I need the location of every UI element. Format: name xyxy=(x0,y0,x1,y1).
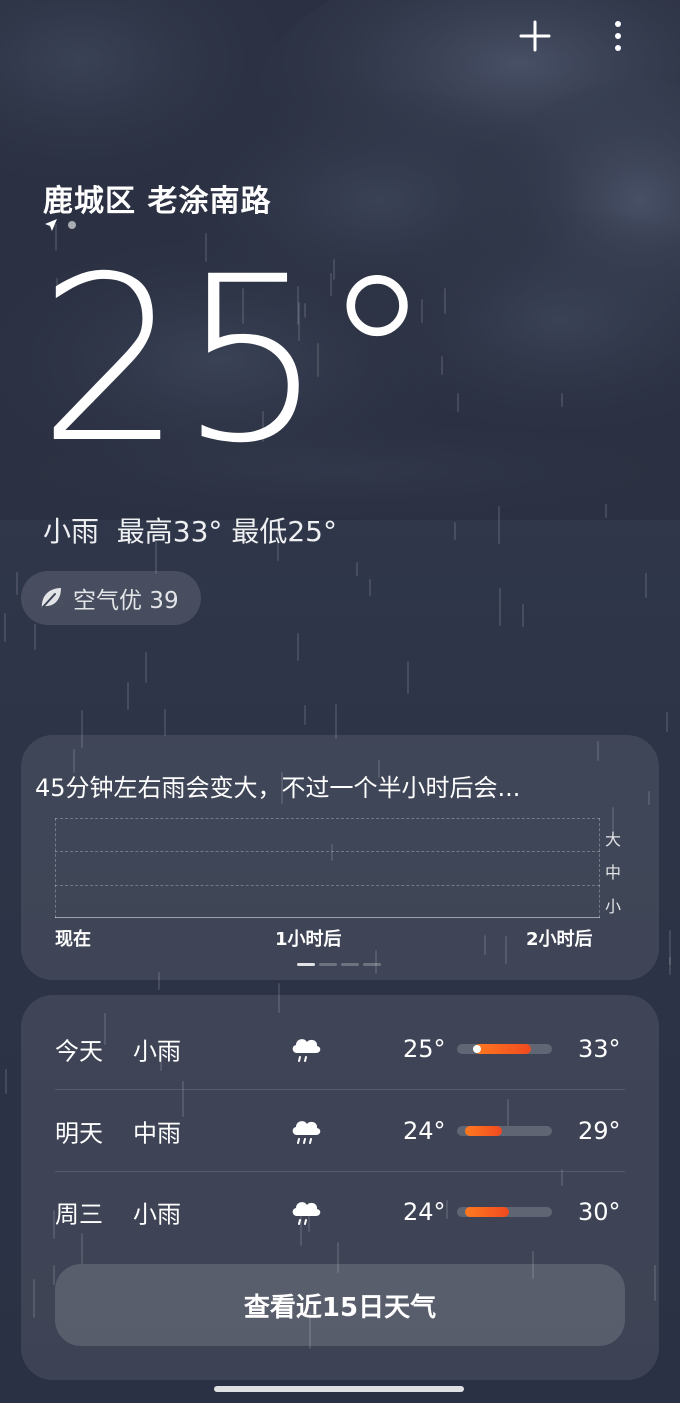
rain-streak xyxy=(645,573,647,598)
plus-icon xyxy=(519,20,551,52)
forecast-high: 33° xyxy=(578,1035,621,1063)
rain-streak xyxy=(441,356,443,375)
temperature-range-bar xyxy=(457,1044,552,1054)
rain-streak xyxy=(127,682,129,710)
weather-summary: 小雨 最高33° 最低25° xyxy=(43,515,337,548)
forecast-condition: 小雨 xyxy=(133,1037,181,1066)
rain-streak xyxy=(669,957,671,975)
rain-streak xyxy=(304,705,306,725)
air-quality-badge[interactable]: 空气优 39 xyxy=(21,571,201,625)
leaf-icon xyxy=(41,588,61,608)
fifteen-day-forecast-button[interactable]: 查看近15日天气 xyxy=(55,1264,625,1346)
rain-streak xyxy=(4,613,6,642)
temperature-range-fill xyxy=(464,1126,502,1136)
precipitation-forecast-text: 45分钟左右雨会变大，不过一个半小时后会... xyxy=(35,774,521,802)
rain-streak xyxy=(561,393,563,407)
moderate-rain-icon xyxy=(292,1121,321,1144)
temperature-range-bar xyxy=(457,1207,552,1217)
forecast-row-wednesday[interactable]: 周三 小雨 24° 30° xyxy=(55,1171,625,1253)
forecast-low: 24° xyxy=(403,1117,446,1145)
rain-streak xyxy=(605,504,607,518)
pager-dot xyxy=(363,963,381,966)
rain-streak xyxy=(356,562,358,576)
rain-streak xyxy=(34,624,36,650)
rain-streak xyxy=(335,704,337,739)
rain-streak xyxy=(522,604,524,627)
forecast-low: 25° xyxy=(403,1035,446,1063)
temperature-range-bar xyxy=(457,1126,552,1136)
pager-dot xyxy=(341,963,359,966)
forecast-low: 24° xyxy=(403,1198,446,1226)
rain-streak xyxy=(369,579,371,596)
pager-dot xyxy=(297,963,315,966)
home-indicator[interactable] xyxy=(214,1386,464,1392)
card-pager xyxy=(297,963,381,966)
x-label-1h: 1小时后 xyxy=(275,929,342,950)
level-label-heavy: 大 xyxy=(605,830,622,849)
x-label-2h: 2小时后 xyxy=(526,929,593,950)
air-quality-label: 空气优 39 xyxy=(73,588,179,614)
pager-dot xyxy=(319,963,337,966)
rain-streak xyxy=(666,712,668,732)
level-label-light: 小 xyxy=(605,897,622,916)
chart-right-edge xyxy=(599,818,600,918)
chart-left-edge xyxy=(55,818,56,918)
gridline-heavy xyxy=(55,818,600,819)
location-name[interactable]: 鹿城区 老涂南路 xyxy=(43,176,271,220)
gridline-light xyxy=(55,885,600,886)
forecast-day: 周三 xyxy=(55,1200,103,1229)
more-options-button[interactable] xyxy=(596,14,640,58)
current-temperature: 25° xyxy=(38,227,434,493)
gridline-moderate xyxy=(55,851,600,852)
light-rain-icon xyxy=(292,1039,321,1062)
forecast-high: 29° xyxy=(578,1117,621,1145)
forecast-day: 今天 xyxy=(55,1037,103,1066)
rain-streak xyxy=(16,572,18,595)
rain-streak xyxy=(164,709,166,736)
forecast-high: 30° xyxy=(578,1198,621,1226)
rain-streak xyxy=(145,652,147,683)
level-label-moderate: 中 xyxy=(605,863,622,882)
forecast-condition: 小雨 xyxy=(133,1200,181,1229)
rain-streak xyxy=(407,661,409,694)
forecast-row-tomorrow[interactable]: 明天 中雨 24° 29° xyxy=(55,1090,625,1172)
more-vertical-icon xyxy=(615,21,621,51)
x-label-now: 现在 xyxy=(55,929,91,950)
precipitation-chart xyxy=(55,818,600,918)
rain-streak xyxy=(454,522,456,540)
rain-streak xyxy=(457,393,459,412)
forecast-day: 明天 xyxy=(55,1119,103,1148)
rain-streak xyxy=(5,1069,7,1094)
forecast-row-today[interactable]: 今天 小雨 25° 33° xyxy=(55,1008,625,1090)
rain-streak xyxy=(498,506,500,544)
temperature-range-fill xyxy=(464,1207,510,1217)
chart-baseline xyxy=(55,917,600,918)
rain-streak xyxy=(499,588,501,626)
add-city-button[interactable] xyxy=(513,14,557,58)
forecast-condition: 中雨 xyxy=(133,1119,181,1148)
rain-streak xyxy=(669,930,671,965)
rain-streak xyxy=(444,288,446,314)
light-rain-icon xyxy=(292,1202,321,1225)
rain-streak xyxy=(297,633,299,661)
temperature-range-fill xyxy=(474,1044,532,1054)
